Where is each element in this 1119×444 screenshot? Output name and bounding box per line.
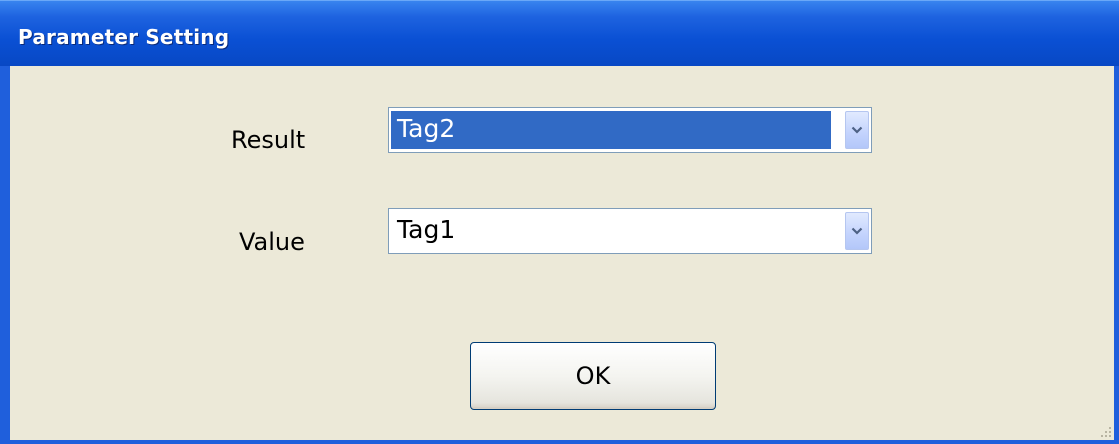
chevron-down-icon — [851, 126, 863, 134]
window-title: Parameter Setting — [18, 25, 230, 49]
value-label: Value — [239, 228, 305, 256]
resize-grip-icon[interactable] — [1100, 426, 1112, 438]
value-combobox[interactable]: Tag1 — [388, 208, 872, 254]
value-combobox-value[interactable]: Tag1 — [391, 212, 831, 250]
result-combobox[interactable]: Tag2 — [388, 107, 872, 153]
result-label: Result — [231, 126, 306, 154]
title-bar[interactable]: Parameter Setting — [0, 0, 1119, 66]
dialog-window: Parameter Setting Result Tag2 Value Tag1… — [0, 0, 1119, 444]
value-dropdown-button[interactable] — [845, 212, 869, 250]
ok-button[interactable]: OK — [470, 342, 716, 410]
chevron-down-icon — [851, 227, 863, 235]
dialog-body: Result Tag2 Value Tag1 OK — [10, 66, 1114, 440]
result-dropdown-button[interactable] — [845, 111, 869, 149]
result-combobox-value[interactable]: Tag2 — [391, 111, 831, 149]
